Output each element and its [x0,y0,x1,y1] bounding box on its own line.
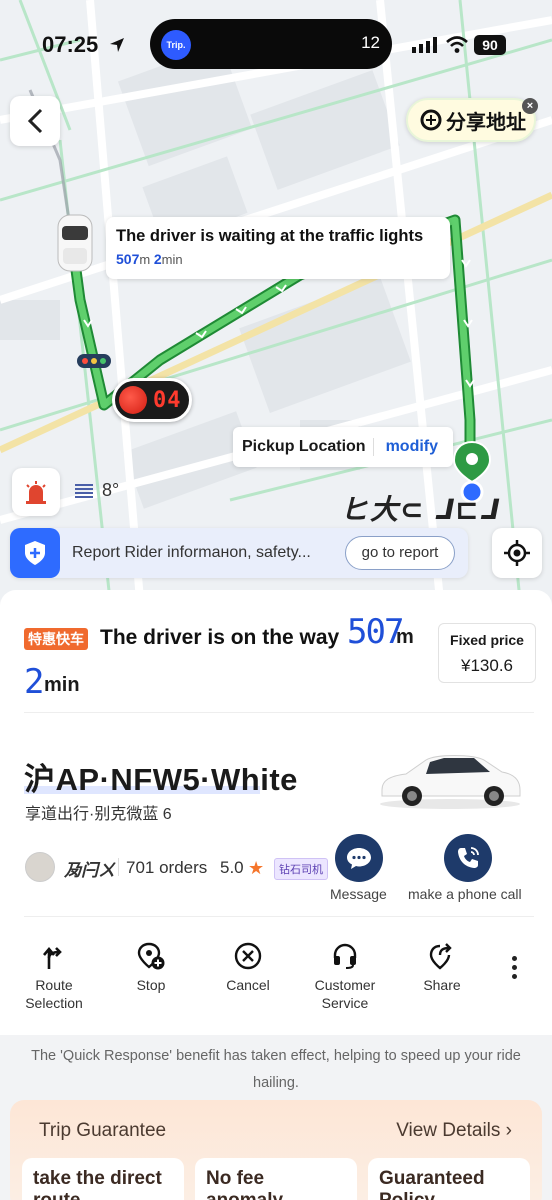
pickup-location-card[interactable]: Pickup Location modify [233,427,453,467]
guarantee-card[interactable]: Guaranteed Policy [368,1158,530,1200]
island-countdown: 12 [361,33,380,52]
chevron-right-icon: › [505,1120,512,1141]
guarantee-card[interactable]: No fee anomaly [195,1158,357,1200]
route-selection-button[interactable]: Route Selection [6,940,102,1012]
report-banner[interactable]: Report Rider informaнon, safety... go to… [10,528,468,578]
waiting-title: The driver is waiting at the traffic lig… [116,227,424,245]
trip-guarantee-panel: Trip Guarantee View Details › take the d… [10,1100,542,1200]
call-button[interactable] [444,834,492,882]
cancel-ride-button[interactable]: Cancel [200,940,296,994]
driver-distance-unit: m [396,626,414,648]
driver-car-marker-icon [57,214,93,272]
vehicle-model: 享道出行·别克微蓝 6 [25,806,172,823]
battery-indicator: 90 [474,35,506,55]
location-arrow-icon [110,38,124,52]
cellular-signal-icon [412,37,437,53]
share-icon [429,943,452,970]
trip-status: The driver is on the way [100,626,340,649]
driver-eta: 2 [24,662,45,702]
divider [24,916,534,917]
traffic-light-countdown: 04 [112,378,192,422]
more-options-icon[interactable] [506,956,522,983]
price-value: ¥130.6 [461,656,513,675]
vehicle-image [380,755,521,809]
modify-pickup-link[interactable]: modify [386,438,438,456]
driver-status-tooltip: The driver is waiting at the traffic lig… [106,217,450,279]
emergency-alarm-button[interactable] [12,468,60,516]
traffic-light-marker-icon [77,354,111,368]
crosshair-icon [504,540,530,566]
chat-bubble-icon [347,848,371,869]
view-details-link[interactable]: View Details › [396,1120,512,1142]
driver-orders: 701 orders [126,858,208,877]
share-address-button[interactable]: 分享地址 × [406,98,538,142]
price-label: Fixed price [450,632,524,648]
trip-app-icon: Trip. [161,30,191,60]
cancel-icon [234,942,262,970]
star-icon: ★ [248,858,265,878]
phone-icon [458,847,479,868]
share-address-logo-icon [420,109,442,131]
siren-icon [26,481,46,504]
chevron-left-icon [27,108,43,134]
add-stop-button[interactable]: Stop [103,940,199,994]
customer-service-button[interactable]: Customer Service [297,940,393,1012]
route-icon [43,946,62,969]
temperature: 8° [102,480,120,500]
share-trip-button[interactable]: Share [394,940,490,994]
quick-response-notice: The 'Quick Response' benefit has taken e… [31,1048,521,1091]
wifi-icon [446,36,468,53]
close-icon[interactable]: × [522,98,538,114]
status-time: 07:25 [42,32,99,57]
fixed-price-box[interactable]: Fixed price ¥130.6 [438,623,536,683]
message-label: Message [330,886,387,902]
stop-label: Stop [136,977,166,993]
guarantee-title: Trip Guarantee [39,1120,167,1141]
cancel-label: Cancel [226,977,270,993]
map-handwritten-label: ヒ大⊂ ⅃⊏⅃ [340,494,501,525]
driver-avatar[interactable] [25,852,55,882]
driver-name: 夃闩ㄨ [64,861,115,880]
route-selection-label: Route Selection [25,977,83,1011]
back-button[interactable] [10,96,60,146]
waiting-eta: 507m 2min [116,251,183,267]
driver-distance: 507 [347,612,404,652]
driver-level-badge: 钻石司机 [274,858,328,880]
recenter-location-button[interactable] [492,528,542,578]
light-countdown-value: 04 [153,387,182,413]
red-light-icon [119,386,147,414]
pickup-label: Pickup Location [242,438,366,455]
message-button[interactable] [335,834,383,882]
driver-rating: 5.0 [220,858,244,877]
headset-icon [333,943,357,969]
dynamic-island[interactable]: Trip. 12 [150,19,392,69]
customer-service-label: Customer Service [314,977,376,1011]
safety-shield-icon [10,528,60,578]
report-text: Report Rider informaнon, safety... [72,544,311,561]
map-view[interactable]: 07:25 Trip. 12 90 分享地址 × The driver is w… [0,0,552,600]
guarantee-card[interactable]: take the direct route [22,1158,184,1200]
add-stop-icon [137,942,165,970]
divider [372,438,374,456]
license-plate: 沪AP·NFW5·White [24,762,298,797]
status-bar: 07:25 Trip. 12 90 [0,0,552,90]
call-label: make a phone call [408,886,522,902]
share-address-label: 分享地址 [446,111,526,134]
divider [118,858,119,876]
ride-type-tag: 特惠快车 [24,628,88,650]
trip-bottom-sheet: 特惠快车 The driver is on the way 507 m 2 mi… [0,590,552,1035]
driver-eta-unit: min [44,674,80,696]
haze-icon [75,483,93,498]
share-label: Share [423,977,461,993]
go-to-report-button[interactable]: go to report [345,536,455,570]
weather-widget: 8° [74,480,119,501]
divider [24,712,534,713]
